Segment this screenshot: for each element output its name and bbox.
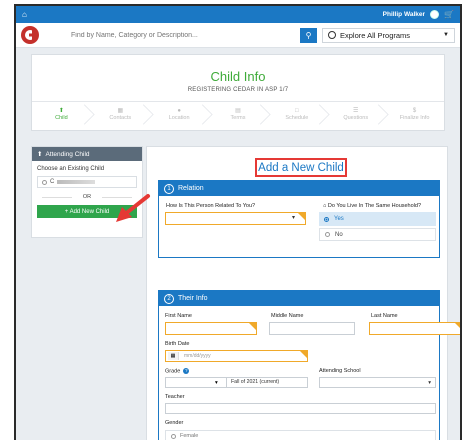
caret-down-icon: ▾	[215, 380, 218, 386]
dollar-icon: $	[412, 108, 417, 114]
list-icon: ☰	[353, 108, 359, 114]
relation-select[interactable]: ▾	[165, 212, 306, 225]
arrow-up-icon: ⬆	[37, 151, 43, 158]
household-no-option[interactable]: No	[319, 228, 436, 241]
radio-button[interactable]	[325, 232, 330, 237]
step-location[interactable]: ● Location	[150, 102, 209, 126]
arrow-up-icon: ⬆	[58, 108, 64, 114]
first-name-input[interactable]	[165, 322, 257, 335]
help-icon[interactable]: ?	[183, 368, 190, 374]
user-name[interactable]: Phillip Walker	[383, 11, 425, 18]
step-finalize[interactable]: $ Finalize Info	[385, 102, 444, 126]
birth-date-placeholder: mm/dd/yyyy	[184, 353, 211, 359]
caret-down-icon: ▾	[428, 380, 431, 386]
relation-question: How Is This Person Related To You?	[166, 203, 256, 209]
search-button[interactable]: ⚲	[300, 27, 317, 43]
last-name-input[interactable]	[369, 322, 460, 335]
their-info-fields: First Name Middle Name Last Name Birth D…	[159, 306, 460, 440]
first-name-label: First Name	[165, 313, 192, 319]
calendar-icon: ▦	[168, 352, 179, 360]
gender-label: Gender	[165, 420, 184, 426]
existing-child-option[interactable]: C	[37, 176, 137, 188]
compass-icon	[328, 31, 336, 39]
main-form: Add a New Child 1 Relation How Is This Pe…	[146, 146, 460, 440]
user-area: Phillip Walker 🛒	[383, 10, 454, 19]
calendar-icon: □	[295, 108, 299, 114]
existing-child-initial: C	[50, 179, 55, 185]
middle-name-input[interactable]	[269, 322, 355, 335]
page-subtitle: REGISTERING CEDAR IN ASP 1/7	[187, 87, 289, 93]
step-contacts[interactable]: ▦ Contacts	[91, 102, 150, 126]
search-input[interactable]	[45, 27, 295, 43]
explore-programs-dropdown[interactable]: Explore All Programs ▼	[322, 27, 455, 43]
relation-panel: 1 Relation How Is This Person Related To …	[158, 180, 440, 258]
radio-selected[interactable]	[324, 216, 329, 222]
progress-steps: ⬆ Child ▦ Contacts ● Location ▤ Terms □ Sched…	[32, 101, 444, 126]
radio-button[interactable]	[42, 179, 47, 185]
top-navbar: ⌂ Phillip Walker 🛒	[16, 6, 460, 23]
step-child[interactable]: ⬆ Child	[32, 102, 91, 126]
blurred-child-name	[57, 180, 96, 184]
term-select[interactable]: Fall of 2021 (current)	[226, 378, 279, 387]
step-number: 2	[164, 293, 174, 304]
attending-school-label: Attending School	[319, 368, 361, 374]
attending-child-header: ⬆ Attending Child	[32, 147, 142, 161]
step-terms[interactable]: ▤ Terms	[209, 102, 268, 126]
search-bar: ⚲ Explore All Programs ▼	[16, 23, 460, 48]
household-yes-option[interactable]: Yes	[319, 212, 436, 226]
caret-down-icon: ▾	[291, 215, 295, 221]
step-number: 1	[164, 183, 174, 194]
logo[interactable]	[21, 26, 39, 44]
step-schedule[interactable]: □ Schedule	[267, 102, 326, 126]
relation-header: 1 Relation	[159, 181, 439, 196]
home-icon: ⌂	[323, 203, 327, 209]
household-question: ⌂ Do You Live In The Same Household?	[323, 203, 422, 209]
birth-date-input[interactable]: ▦ mm/dd/yyyy	[165, 350, 308, 362]
home-icon[interactable]: ⌂	[22, 10, 27, 19]
choose-existing-label: Choose an Existing Child	[37, 166, 105, 172]
radio-button[interactable]	[171, 433, 176, 439]
teacher-input[interactable]	[165, 403, 436, 414]
their-info-header: 2 Their Info	[159, 291, 439, 306]
registration-header: Child Info REGISTERING CEDAR IN ASP 1/7 …	[31, 54, 445, 131]
grade-select[interactable]: ▾ Fall of 2021 (current)	[165, 377, 308, 388]
grade-label: Grade?	[165, 368, 190, 375]
add-new-child-title: Add a New Child	[255, 158, 347, 177]
red-pointer-arrow	[116, 194, 150, 222]
browser-frame: ⌂ Phillip Walker 🛒 ⚲ Explore All Program…	[14, 4, 462, 440]
middle-name-label: Middle Name	[271, 313, 304, 319]
contacts-icon: ▦	[117, 108, 124, 114]
page-title: Child Info	[210, 69, 266, 84]
birth-date-label: Birth Date	[165, 341, 190, 347]
search-icon: ⚲	[305, 30, 312, 40]
explore-label: Explore All Programs	[340, 30, 411, 40]
cart-icon[interactable]: 🛒	[444, 10, 454, 19]
location-icon: ●	[177, 108, 181, 114]
teacher-label: Teacher	[165, 394, 185, 400]
last-name-label: Last Name	[371, 313, 398, 319]
caret-down-icon: ▼	[443, 32, 449, 38]
their-info-panel: 2 Their Info First Name Middle Name Last …	[158, 290, 460, 440]
gender-female-option[interactable]: Female	[165, 430, 436, 440]
document-icon: ▤	[235, 108, 241, 114]
step-questions[interactable]: ☰ Questions	[326, 102, 385, 126]
attending-school-select[interactable]: ▾	[319, 377, 436, 388]
avatar[interactable]	[430, 10, 440, 19]
